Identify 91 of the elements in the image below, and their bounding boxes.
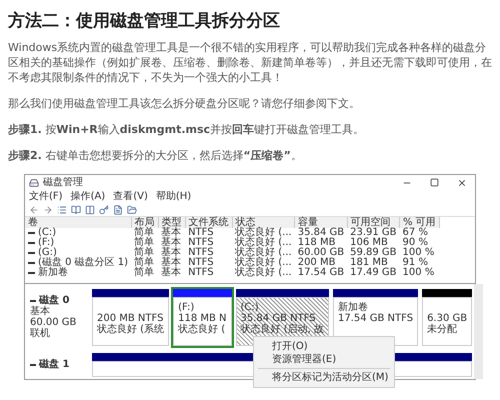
table-cell: 106 MB — [350, 237, 388, 248]
table-cell: 状态良好 (... — [235, 227, 292, 238]
table-cell: 新加卷 — [38, 268, 68, 278]
table-cell: 基本 — [161, 267, 182, 278]
table-cell: (磁盘 0 磁盘分区 1) — [38, 258, 128, 268]
partition-text: 17.54 GB NTFS — [338, 313, 414, 324]
table-cell: 基本 — [161, 257, 182, 268]
table-cell: NTFS — [188, 247, 214, 258]
list-icon[interactable] — [57, 204, 67, 214]
paragraph: Windows系统内置的磁盘管理工具是一个很不错的实用程序，可以帮助我们完成各种各样的磁盘分区相关的基础操作（例如扩展卷、压缩卷、删除卷、新建简单卷等），并且还无需下载即可使用，在不考虑其限制条件的情况下，不失为一个强大的小工具！ — [8, 40, 492, 85]
back-icon[interactable] — [29, 204, 39, 214]
table-cell: (F:) — [38, 238, 54, 248]
column-header[interactable]: 状态 — [232, 217, 295, 228]
disk-detail: 60.00 GB — [30, 317, 78, 328]
maximize-icon[interactable] — [430, 178, 439, 187]
table-cell: 简单 — [134, 237, 154, 248]
table-cell: 100 % — [402, 247, 434, 258]
table-cell: 17.49 GB — [350, 267, 397, 278]
column-header[interactable]: 容量 — [294, 217, 348, 228]
book-icon[interactable] — [71, 204, 81, 214]
key-icon[interactable] — [99, 204, 109, 214]
table-cell: 59.89 GB — [350, 247, 397, 258]
paragraph: 步骤1. 按Win+R输入diskmgmt.msc并按回车键打开磁盘管理工具。 — [8, 122, 366, 137]
window-title: 磁盘管理 — [43, 176, 83, 188]
partition-text: 新加卷 — [338, 302, 369, 313]
menu-item[interactable]: 将分区标记为活动分区(M) — [254, 371, 394, 384]
menu-item[interactable]: 文件(F) — [29, 191, 63, 202]
column-header[interactable]: 文件系统 — [185, 217, 232, 228]
table-cell: NTFS — [188, 267, 214, 278]
disk-name: 磁盘 0 — [39, 295, 70, 306]
table-cell: NTFS — [188, 257, 214, 268]
table-cell: 状态良好 (... — [235, 247, 292, 258]
columns-icon[interactable] — [85, 204, 95, 214]
table-cell: 90 % — [402, 237, 428, 248]
table-cell: NTFS — [188, 227, 214, 238]
table-cell: 118 MB — [298, 237, 336, 248]
table-cell: 23.91 GB — [350, 227, 397, 238]
partition-text: 35.84 GB NTFS — [240, 313, 317, 324]
table-cell: 简单 — [134, 267, 154, 278]
table-cell: 基本 — [161, 227, 182, 238]
partition-text: 状态良好 (启动, 故 — [240, 324, 324, 335]
document-icon[interactable] — [113, 204, 123, 214]
table-cell: 状态良好 (... — [235, 257, 292, 268]
partition-text: 状态良好 ( — [178, 324, 226, 335]
column-header[interactable]: 卷 — [25, 217, 132, 228]
table-cell: 35.84 GB — [298, 227, 344, 238]
disk-detail: 基本 — [30, 306, 51, 317]
partition[interactable]: 6.30 GB 未分配 — [420, 287, 474, 348]
table-cell: 91 % — [402, 257, 428, 268]
table-cell: 60.00 GB — [298, 247, 344, 258]
close-icon[interactable] — [457, 178, 467, 188]
article-heading: 方法二：使用磁盘管理工具拆分分区 — [8, 10, 281, 32]
column-header[interactable]: 可用空间 — [347, 217, 400, 228]
menu-item[interactable]: 资源管理器(E) — [254, 353, 394, 366]
disk-name: 磁盘 1 — [39, 359, 70, 370]
scrollbar[interactable] — [474, 284, 484, 379]
table-cell: 67 % — [402, 227, 428, 238]
column-header[interactable]: % 可用 — [400, 217, 440, 228]
column-header[interactable]: 类型 — [158, 217, 186, 228]
table-cell: 基本 — [161, 247, 182, 258]
folder-icon[interactable] — [127, 204, 137, 214]
table-cell: (G:) — [38, 248, 57, 258]
table-cell: (C:) — [38, 228, 56, 238]
paragraph: 那么我们使用磁盘管理工具该怎么拆分硬盘分区呢？请您仔细参阅下文。 — [8, 96, 361, 111]
partition[interactable]: 200 MB NTFS 状态良好 (系统 — [90, 287, 172, 348]
table-cell: 基本 — [161, 237, 182, 248]
column-header[interactable]: 布局 — [131, 217, 158, 228]
menu-item[interactable]: 操作(A) — [70, 191, 106, 202]
table-cell: 100 % — [402, 267, 434, 278]
partition-text: 状态良好 (系统 — [97, 324, 164, 335]
table-cell: 简单 — [134, 227, 154, 238]
paragraph: 步骤2. 右键单击您想要拆分的大分区，然后选择“压缩卷”。 — [8, 148, 303, 163]
partition-text: (C:) — [240, 302, 260, 313]
table-cell: 181 MB — [350, 257, 388, 268]
table-cell: 17.54 GB — [298, 267, 344, 278]
table-cell: 简单 — [134, 257, 154, 268]
partition-text: 200 MB NTFS — [97, 313, 164, 324]
partition[interactable]: (F:) 118 MB N 状态良好 ( — [171, 287, 234, 348]
disk-detail: 联机 — [30, 328, 51, 339]
table-cell: NTFS — [188, 237, 214, 248]
partition-text: 118 MB N — [178, 313, 227, 324]
table-cell: 简单 — [134, 247, 154, 258]
menu-item[interactable]: 查看(V) — [113, 191, 148, 202]
table-cell: 状态良好 (... — [235, 267, 292, 278]
forward-icon[interactable] — [43, 204, 53, 214]
partition-text: 未分配 — [427, 324, 458, 335]
partition-text: 6.30 GB — [427, 313, 468, 324]
menu-item[interactable]: 帮助(H) — [156, 191, 192, 202]
table-cell: 200 MB — [298, 257, 336, 268]
partition-text: (F:) — [178, 302, 196, 313]
table-cell: 状态良好 (... — [235, 237, 292, 248]
